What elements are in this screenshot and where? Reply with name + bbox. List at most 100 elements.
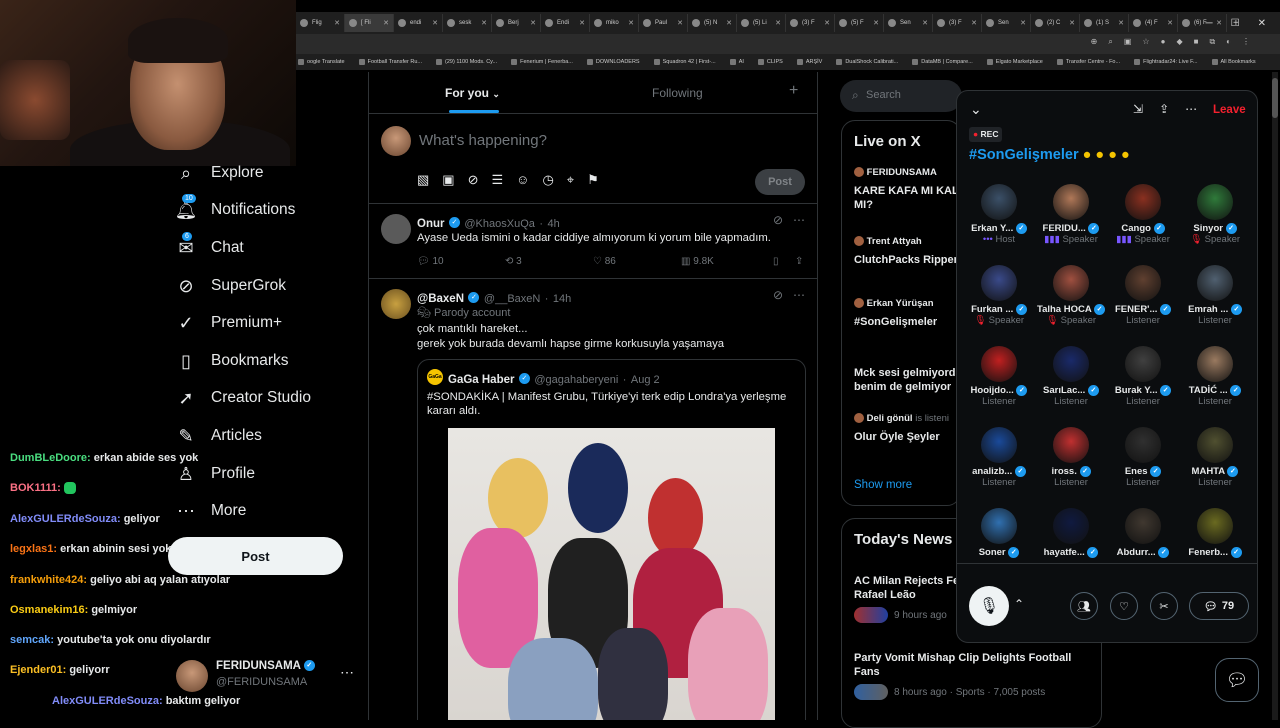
more-icon[interactable]: ⋯ <box>340 664 354 681</box>
bookmark-icon[interactable]: ▯ <box>773 256 795 267</box>
space-participant[interactable]: Talha HOCA ✓ 🎙︎ Speaker <box>1035 265 1107 326</box>
grok-icon[interactable]: ⊘ <box>773 213 783 227</box>
close-tab-icon[interactable]: ✕ <box>1167 19 1173 27</box>
screenshot-icon[interactable]: ▣ <box>1124 37 1132 47</box>
extension-icon[interactable]: ■ <box>1194 37 1199 47</box>
bookmark-item[interactable]: Transfer Centre - Fo... <box>1056 59 1120 65</box>
more-icon[interactable]: ⋯ <box>793 213 805 227</box>
browser-tab[interactable]: [ Fli ✕ <box>345 14 394 32</box>
close-tab-icon[interactable]: ✕ <box>334 19 340 27</box>
nav-bookmarks[interactable]: ▯ Bookmarks <box>176 345 288 377</box>
close-tab-icon[interactable]: ✕ <box>432 19 438 27</box>
bookmark-item[interactable]: oogle Translate <box>298 59 345 65</box>
group-photo[interactable] <box>448 428 775 720</box>
browser-tab[interactable]: Sen ✕ <box>884 14 933 32</box>
space-participant[interactable]: Abdurr... ✓ <box>1107 508 1179 558</box>
browser-tab[interactable]: (4) F ✕ <box>1129 14 1178 32</box>
zoom-icon[interactable]: ⊕ <box>1091 37 1098 47</box>
bookmark-item[interactable]: Football Transfer Ru... <box>358 59 422 65</box>
extensions-icon[interactable]: ⧉ <box>1209 37 1215 47</box>
quoted-tweet[interactable]: GaGa GaGa Haber ✓ @gagahaberyeni · Aug 2… <box>417 359 806 720</box>
bookmark-item[interactable]: Fenerium | Fenerba... <box>511 59 573 65</box>
close-tab-icon[interactable]: ✕ <box>824 19 830 27</box>
space-participant[interactable]: Emrah ... ✓ Listener <box>1179 265 1251 326</box>
views-count[interactable]: ▥ 9.8K <box>681 256 773 267</box>
space-participant[interactable]: Sinyor ✓ 🎙︎ Speaker <box>1179 184 1251 245</box>
browser-tab[interactable]: (1) S ✕ <box>1080 14 1129 32</box>
browser-tab[interactable]: (3) F ✕ <box>933 14 982 32</box>
nav-more[interactable]: ⋯ More <box>176 495 246 527</box>
close-tab-icon[interactable]: ✕ <box>677 19 683 27</box>
close-tab-icon[interactable]: ✕ <box>726 19 732 27</box>
close-tab-icon[interactable]: ✕ <box>873 19 879 27</box>
browser-tab[interactable]: Sen ✕ <box>982 14 1031 32</box>
bookmark-item[interactable]: DataMB | Compare... <box>912 59 973 65</box>
browser-tab[interactable]: (5) F ✕ <box>835 14 884 32</box>
translate-icon[interactable]: ⌕ <box>1108 37 1112 47</box>
browser-tab[interactable]: endi ✕ <box>394 14 443 32</box>
browser-tab[interactable]: (2) C ✕ <box>1031 14 1080 32</box>
profile-icon[interactable]: ◐ <box>1226 37 1231 47</box>
compose-post-button[interactable]: Post <box>755 169 805 195</box>
nav-chat[interactable]: ✉ 6 Chat <box>176 232 244 264</box>
messages-fab[interactable]: 💬︎ <box>1215 658 1259 702</box>
live-item[interactable]: Mck sesi gelmiyord benim de gelmiyor <box>854 366 960 394</box>
space-participant[interactable]: FERIDU... ✓ ▮▮▮ Speaker <box>1035 184 1107 245</box>
close-tab-icon[interactable]: ✕ <box>383 19 389 27</box>
browser-tab[interactable]: Flig ✕ <box>296 14 345 32</box>
browser-tab[interactable]: Berj ✕ <box>492 14 541 32</box>
gif-icon[interactable]: ▣ <box>442 172 454 188</box>
flag-icon[interactable]: ⚑ <box>587 172 599 188</box>
space-participant[interactable]: Soner ✓ <box>963 508 1035 558</box>
bookmark-item[interactable]: (29) 1100 Mods. Cy... <box>436 59 497 65</box>
nav-articles[interactable]: ✎ Articles <box>176 420 261 452</box>
space-participant[interactable]: Burak Y... ✓ Listener <box>1107 346 1179 407</box>
reply-button[interactable]: 💬︎ 10 <box>417 256 505 267</box>
compose-input[interactable]: What's happening? <box>419 132 547 149</box>
space-participant[interactable]: hayatfe... ✓ <box>1035 508 1107 558</box>
comments-button[interactable]: 💬︎ 79 <box>1189 592 1249 620</box>
tweet[interactable]: Onur ✓ @KhaosXuQa · 4h ⊘ ⋯ Ayase Ueda ism… <box>369 204 817 279</box>
browser-tab[interactable]: sesk ✕ <box>443 14 492 32</box>
browser-tab[interactable]: (5) Li ✕ <box>737 14 786 32</box>
show-more-link[interactable]: Show more <box>854 479 912 491</box>
browser-tab[interactable]: (5) N ✕ <box>688 14 737 32</box>
bookmark-item[interactable]: All Bookmarks <box>1211 59 1256 65</box>
minimize-space-icon[interactable]: ⇲ <box>1133 102 1143 116</box>
space-participant[interactable]: MAHTA ✓ Listener <box>1179 427 1251 488</box>
live-item[interactable]: Trent Attyah ClutchPacks Ripper <box>854 236 960 267</box>
menu-icon[interactable]: ⋮ <box>1242 37 1250 47</box>
grok-icon[interactable]: ⊘ <box>773 288 783 302</box>
close-tab-icon[interactable]: ✕ <box>1020 19 1026 27</box>
bookmark-item[interactable]: Flightradar24: Live F... <box>1134 59 1198 65</box>
like-button[interactable]: ♡ 86 <box>593 256 681 267</box>
location-icon[interactable]: ⌖ <box>567 172 574 188</box>
bookmark-item[interactable]: DOWNLOADERS <box>586 59 640 65</box>
emoji-icon[interactable]: ☺ <box>516 172 529 188</box>
browser-tab[interactable]: miko ✕ <box>590 14 639 32</box>
space-participant[interactable]: Fenerb... ✓ <box>1179 508 1251 558</box>
close-tab-icon[interactable]: ✕ <box>1118 19 1124 27</box>
close-tab-icon[interactable]: ✕ <box>922 19 928 27</box>
close-tab-icon[interactable]: ✕ <box>579 19 585 27</box>
extension-icon[interactable]: ◆ <box>1176 37 1182 47</box>
schedule-icon[interactable]: ◷ <box>542 172 553 188</box>
close-icon[interactable]: ✕ <box>1258 18 1266 29</box>
nav-supergrok[interactable]: ⊘ SuperGrok <box>176 270 286 302</box>
space-participant[interactable]: Hooijdo... ✓ Listener <box>963 346 1035 407</box>
reaction-button[interactable]: ♡ <box>1110 592 1138 620</box>
bookmark-item[interactable]: ARŞİV <box>796 59 822 65</box>
more-icon[interactable]: ⋯ <box>793 288 805 302</box>
extension-icon[interactable]: ● <box>1161 37 1166 47</box>
nav-notifications[interactable]: 🔔︎ 10 Notifications <box>175 194 295 226</box>
tab-following[interactable]: Following <box>652 86 703 100</box>
people-button[interactable]: 👥︎ <box>1070 592 1098 620</box>
chevron-up-icon[interactable]: ⌃ <box>1014 597 1024 611</box>
account-switcher[interactable]: FERIDUNSAMA ✓ @FERIDUNSAMA ⋯ <box>176 658 362 694</box>
close-tab-icon[interactable]: ✕ <box>1069 19 1075 27</box>
bookmark-item[interactable]: Elgato Marketplace <box>986 59 1043 65</box>
nav-premium[interactable]: ✓ Premium+ <box>176 307 282 339</box>
live-item[interactable]: Deli gönül is listeni Olur Öyle Şeyler <box>854 413 960 444</box>
browser-tab[interactable]: (3) F ✕ <box>786 14 835 32</box>
space-participant[interactable]: TADİĆ ... ✓ Listener <box>1179 346 1251 407</box>
